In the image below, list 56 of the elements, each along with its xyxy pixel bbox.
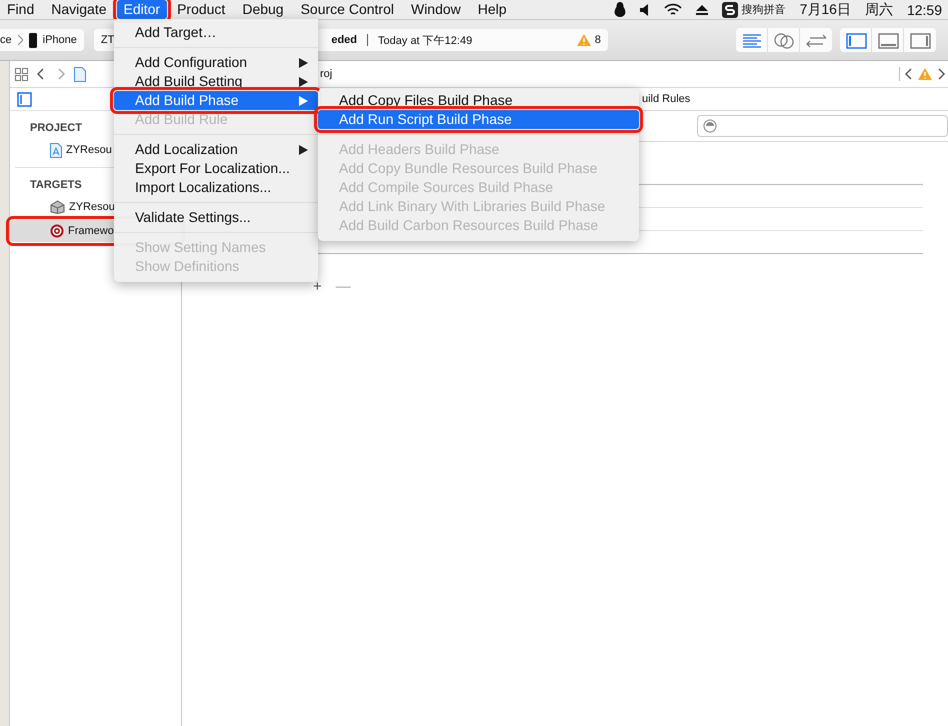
menu-bar-item[interactable]: Find (0, 0, 42, 19)
submenu-arrow-icon (299, 144, 308, 154)
section-header: TARGETS (30, 179, 82, 193)
filter-field[interactable] (697, 115, 948, 137)
build-time: Today at 下午12:49 (378, 34, 472, 48)
warning-icon (576, 34, 591, 46)
menu-bar-item[interactable]: Source Control (294, 0, 401, 19)
input-method-icon (722, 2, 738, 18)
chevron-icon (18, 35, 23, 45)
target-icon (50, 224, 64, 238)
filter-icon (703, 119, 717, 133)
section-header: PROJECT (30, 122, 82, 136)
menu-item[interactable]: Add Target… (114, 23, 318, 42)
menu-bar-item[interactable]: Product (170, 0, 232, 19)
menu-bar-clock: 12:59 (906, 2, 942, 18)
target-name: ZT (100, 34, 114, 46)
menu-bar-item[interactable]: Navigate (44, 0, 114, 19)
jump-bar-path[interactable]: roj (320, 68, 332, 80)
menu-bar-item[interactable]: Debug (235, 0, 291, 19)
menu-item[interactable]: Add Configuration (114, 53, 318, 72)
scheme-selector[interactable]: ce iPhone (0, 29, 84, 51)
arrows-icon (806, 34, 827, 48)
add-button[interactable]: + (313, 278, 322, 296)
input-method-label: 搜狗拼音 (742, 2, 786, 17)
menu-bar-item[interactable]: Help (470, 0, 514, 19)
phone-icon (28, 32, 37, 48)
menu-bar-item[interactable]: Window (404, 0, 468, 19)
menu-bar-date: 7月16日 (800, 0, 851, 18)
back-icon[interactable] (904, 67, 914, 81)
menu-item[interactable]: Add Run Script Build Phase (318, 110, 639, 129)
menu-item[interactable]: Add Build Setting (114, 72, 318, 91)
warning-count: 8 (594, 34, 601, 46)
menu-item[interactable]: Import Localizations... (114, 178, 318, 197)
scheme-text: ce (0, 34, 12, 46)
right-panel-icon (910, 33, 931, 49)
lines-icon (742, 34, 762, 48)
grid-icon[interactable] (15, 68, 28, 80)
menu-bar-item[interactable]: Editor (116, 0, 168, 19)
menu-bar-weekday: 周六 (864, 0, 893, 18)
forward-icon[interactable] (936, 67, 946, 81)
document-icon[interactable] (74, 66, 86, 82)
eject-icon (696, 4, 708, 14)
menu-item[interactable]: Export For Localization... (114, 159, 318, 178)
wifi-icon (664, 3, 682, 16)
speaker-icon (640, 4, 650, 16)
menu-item[interactable]: Add Localization (114, 140, 318, 159)
build-status: eded (331, 34, 358, 46)
left-panel-icon (846, 33, 867, 49)
device-name: iPhone (42, 34, 77, 46)
tab[interactable]: uild Rules (642, 93, 690, 105)
circles-icon (774, 33, 794, 49)
menu-item[interactable]: Add Build Phase (114, 91, 318, 110)
sidebar-toggle-icon[interactable] (17, 92, 32, 106)
toolbox-icon (50, 200, 65, 214)
document-icon (50, 142, 62, 158)
bottom-panel-icon (878, 33, 899, 49)
